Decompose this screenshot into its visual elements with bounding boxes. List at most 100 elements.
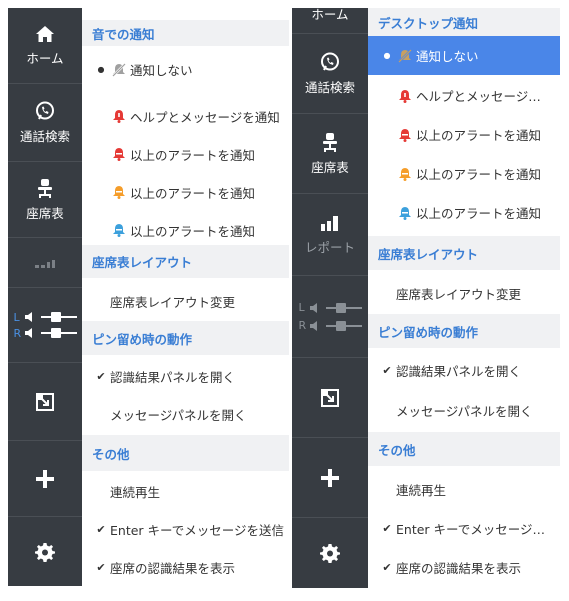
nav-volume-lr[interactable]: L R — [8, 288, 82, 363]
option-notify-help[interactable]: ヘルプとメッセージ… — [368, 76, 560, 115]
nav-call-search[interactable]: 通話検索 — [8, 84, 82, 162]
option-notify-none-label: 通知しない — [130, 63, 193, 78]
option-show-seat-result-label: 座席の認識結果を表示 — [110, 560, 236, 576]
nav-seat-chart[interactable]: 座席表 — [292, 114, 368, 194]
option-enter-send-label: Enter キーでメッセージ… — [396, 521, 546, 537]
nav-settings[interactable] — [8, 517, 82, 586]
nav-seat-chart[interactable]: 座席表 — [8, 162, 82, 238]
nav-seat-chart-label: 座席表 — [311, 159, 349, 175]
nav-popout[interactable] — [292, 358, 368, 438]
plus-icon — [35, 469, 55, 489]
option-continuous-play[interactable]: 連続再生 — [82, 472, 289, 510]
option-pin-open-result[interactable]: ✔ 認識結果パネルを開く — [368, 351, 560, 389]
option-pin-open-message[interactable]: メッセージパネルを開く — [82, 395, 289, 433]
settings-panel-left: ホーム 通話検索 座席表 L R 音での通知 ● 通知しない ヘルプとメッセージ… — [8, 8, 289, 586]
option-layout-change[interactable]: 座席表レイアウト変更 — [82, 282, 289, 320]
nav-home[interactable]: ホーム — [8, 8, 82, 84]
nav-settings[interactable] — [292, 518, 368, 588]
option-show-seat-result-label: 座席の認識結果を表示 — [396, 560, 522, 576]
seat-chair-icon — [321, 132, 339, 152]
option-pin-open-message[interactable]: メッセージパネルを開く — [368, 391, 560, 429]
check-mark: ✔ — [96, 560, 106, 574]
option-enter-send[interactable]: ✔ Enter キーでメッセージ… — [368, 509, 560, 547]
bell-orange-icon — [396, 167, 414, 181]
nav-report-collapsed[interactable] — [8, 238, 82, 288]
option-show-seat-result[interactable]: ✔ 座席の認識結果を表示 — [368, 548, 560, 586]
option-notify-none[interactable]: ● 通知しない — [368, 36, 560, 75]
option-enter-send[interactable]: ✔ Enter キーでメッセージを送信 — [82, 510, 289, 548]
volume-l-label: L — [298, 301, 305, 314]
option-pin-open-result-label: 認識結果パネルを開く — [110, 369, 236, 385]
popout-icon — [321, 388, 339, 407]
nav-call-search[interactable]: 通話検索 — [292, 34, 368, 114]
plus-icon — [320, 468, 340, 488]
nav-call-search-label: 通話検索 — [304, 79, 355, 95]
check-mark: ✔ — [382, 363, 392, 377]
option-notify-blue[interactable]: 以上のアラートを通知 — [82, 211, 289, 249]
nav-add[interactable] — [292, 438, 368, 518]
check-mark: ✔ — [382, 560, 392, 574]
option-pin-open-result[interactable]: ✔ 認識結果パネルを開く — [82, 357, 289, 395]
volume-l-label: L — [13, 310, 20, 324]
seat-chair-icon — [36, 178, 54, 198]
option-notify-help-label: ヘルプとメッセージ… — [416, 89, 541, 104]
nav-report-label: レポート — [304, 239, 355, 255]
bell-red-icon — [396, 89, 414, 103]
option-pin-open-result-label: 認識結果パネルを開く — [396, 363, 522, 379]
bell-orange-icon — [110, 185, 128, 199]
option-notify-none[interactable]: ● 通知しない — [82, 52, 289, 87]
check-mark: ✔ — [382, 521, 392, 535]
settings-menu-right: デスクトップ通知 ● 通知しない ヘルプとメッセージ… 以上のアラートを通知 以… — [368, 8, 560, 588]
option-layout-change-label: 座席表レイアウト変更 — [396, 286, 522, 302]
nav-popout[interactable] — [8, 363, 82, 441]
option-pin-open-message-label: メッセージパネルを開く — [396, 403, 533, 419]
option-notify-orange-label: 以上のアラートを通知 — [130, 185, 256, 201]
check-mark: ✔ — [96, 522, 106, 536]
section-seat-layout: 座席表レイアウト — [368, 236, 560, 270]
sidebar-left: ホーム 通話検索 座席表 L R — [8, 8, 82, 586]
option-notify-orange-label: 以上のアラートを通知 — [416, 167, 542, 182]
bullet-mark: ● — [383, 51, 391, 60]
report-chart-icon — [33, 257, 57, 269]
section-sound-notify: 音での通知 — [82, 20, 289, 46]
section-other: その他 — [368, 432, 560, 466]
option-continuous-play[interactable]: 連続再生 — [368, 470, 560, 508]
option-notify-blue-label: 以上のアラートを通知 — [130, 223, 256, 239]
option-notify-red[interactable]: 以上のアラートを通知 — [368, 115, 560, 154]
volume-r-label: R — [13, 326, 22, 340]
popout-icon — [36, 392, 54, 411]
volume-lr-icon: L R — [299, 301, 362, 332]
nav-add[interactable] — [8, 441, 82, 517]
option-notify-orange[interactable]: 以上のアラートを通知 — [368, 154, 560, 193]
option-notify-none-label: 通知しない — [416, 49, 479, 64]
option-notify-blue-label: 以上のアラートを通知 — [416, 206, 542, 221]
option-show-seat-result[interactable]: ✔ 座席の認識結果を表示 — [82, 548, 289, 586]
settings-panel-right: ホーム 通話検索 座席表 レポート L R デスクトップ通知 ● 通知しない ヘ… — [292, 7, 560, 588]
check-mark: ✔ — [96, 369, 106, 383]
bell-red-icon — [110, 109, 128, 123]
nav-home[interactable]: ホーム — [292, 0, 368, 34]
option-notify-blue[interactable]: 以上のアラートを通知 — [368, 193, 560, 232]
nav-home-label: ホーム — [311, 7, 349, 22]
bell-blue-icon — [396, 206, 414, 220]
settings-menu-left: 音での通知 ● 通知しない ヘルプとメッセージを通知 以上のアラートを通知 以上… — [82, 8, 289, 586]
bell-red-icon — [110, 147, 128, 161]
phone-search-icon — [35, 101, 55, 121]
section-pin-behavior: ピン留め時の動作 — [368, 314, 560, 348]
option-notify-orange[interactable]: 以上のアラートを通知 — [82, 173, 289, 211]
gear-icon — [320, 543, 340, 563]
nav-report[interactable]: レポート — [292, 194, 368, 276]
report-chart-icon — [320, 214, 340, 232]
option-layout-change[interactable]: 座席表レイアウト変更 — [368, 274, 560, 312]
section-other: その他 — [82, 435, 289, 471]
bullet-mark: ● — [97, 65, 105, 74]
option-layout-change-label: 座席表レイアウト変更 — [110, 294, 236, 310]
nav-volume-lr[interactable]: L R — [292, 276, 368, 358]
option-notify-help[interactable]: ヘルプとメッセージを通知 — [82, 97, 289, 135]
sidebar-right: ホーム 通話検索 座席表 レポート L R — [292, 7, 368, 588]
option-notify-red[interactable]: 以上のアラートを通知 — [82, 135, 289, 173]
nav-call-search-label: 通話検索 — [19, 128, 70, 144]
nav-seat-chart-label: 座席表 — [26, 205, 64, 221]
option-pin-open-message-label: メッセージパネルを開く — [110, 407, 247, 423]
option-notify-help-label: ヘルプとメッセージを通知 — [130, 109, 280, 125]
